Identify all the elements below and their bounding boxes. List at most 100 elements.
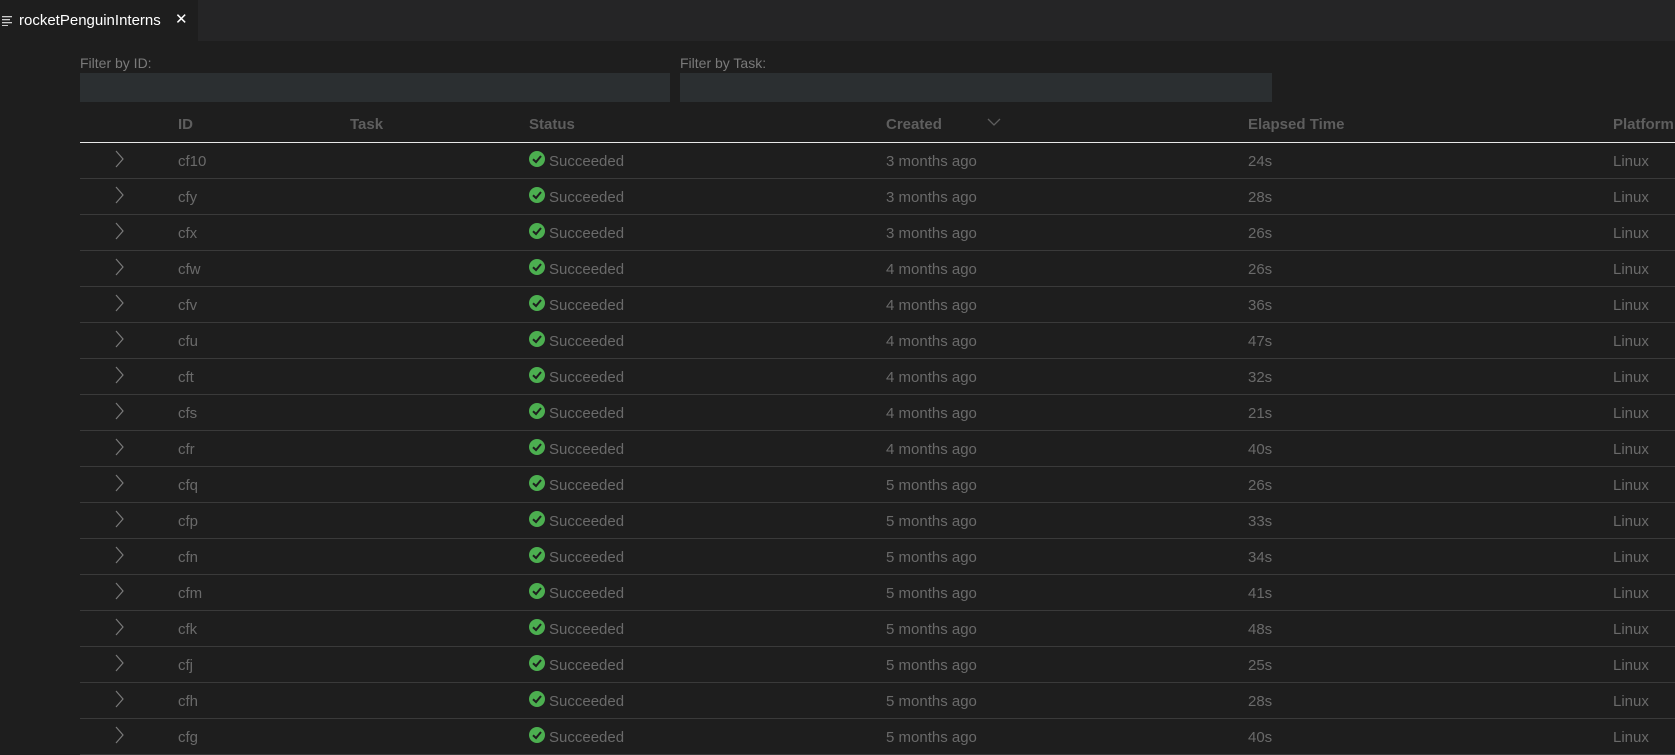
- cell-platform: Linux: [1613, 729, 1649, 746]
- cell-platform: Linux: [1613, 621, 1649, 638]
- cell-id: cfm: [178, 585, 203, 602]
- chevron-right-icon[interactable]: [114, 654, 124, 672]
- filter-id-label: Filter by ID:: [80, 55, 152, 71]
- table-row[interactable]: cfy Succeeded 3 months ago 28s Linux: [80, 179, 1675, 215]
- cell-platform: Linux: [1613, 657, 1649, 674]
- chevron-right-icon[interactable]: [114, 330, 124, 348]
- cell-created: 5 months ago: [886, 513, 977, 530]
- table-row[interactable]: cft Succeeded 4 months ago 32s Linux: [80, 359, 1675, 395]
- chevron-right-icon[interactable]: [114, 366, 124, 384]
- table-row[interactable]: cfs Succeeded 4 months ago 21s Linux: [80, 395, 1675, 431]
- cell-id: cfj: [178, 657, 193, 674]
- cell-elapsed-time: 40s: [1248, 441, 1273, 458]
- table-row[interactable]: cfu Succeeded 4 months ago 47s Linux: [80, 323, 1675, 359]
- table-row[interactable]: cfh Succeeded 5 months ago 28s Linux: [80, 683, 1675, 719]
- success-check-icon: [529, 403, 545, 419]
- cell-status: Succeeded: [549, 297, 625, 314]
- cell-created: 4 months ago: [886, 333, 977, 350]
- table-row[interactable]: cfg Succeeded 5 months ago 40s Linux: [80, 719, 1675, 755]
- cell-status: Succeeded: [549, 153, 625, 170]
- column-header-platform[interactable]: Platform: [1613, 116, 1674, 133]
- column-header-task[interactable]: Task: [350, 116, 383, 133]
- cell-created: 4 months ago: [886, 405, 977, 422]
- success-check-icon: [529, 187, 545, 203]
- cell-id: cfr: [178, 441, 195, 458]
- runs-table: ID Task Status Created Elapsed Time Plat…: [80, 108, 1675, 755]
- cell-platform: Linux: [1613, 225, 1649, 242]
- cell-id: cfy: [178, 189, 198, 206]
- cell-elapsed-time: 28s: [1248, 189, 1273, 206]
- table-row[interactable]: cfk Succeeded 5 months ago 48s Linux: [80, 611, 1675, 647]
- cell-created: 5 months ago: [886, 729, 977, 746]
- table-row[interactable]: cfx Succeeded 3 months ago 26s Linux: [80, 215, 1675, 251]
- cell-created: 5 months ago: [886, 621, 977, 638]
- tab-title: rocketPenguinInterns: [19, 12, 161, 29]
- cell-status: Succeeded: [549, 513, 625, 530]
- success-check-icon: [529, 259, 545, 275]
- column-header-status[interactable]: Status: [529, 116, 575, 133]
- chevron-right-icon[interactable]: [114, 582, 124, 600]
- table-row[interactable]: cfr Succeeded 4 months ago 40s Linux: [80, 431, 1675, 467]
- table-row[interactable]: cfv Succeeded 4 months ago 36s Linux: [80, 287, 1675, 323]
- cell-platform: Linux: [1613, 189, 1649, 206]
- cell-created: 5 months ago: [886, 657, 977, 674]
- table-row[interactable]: cfq Succeeded 5 months ago 26s Linux: [80, 467, 1675, 503]
- cell-id: cfs: [178, 405, 198, 422]
- table-row[interactable]: cfj Succeeded 5 months ago 25s Linux: [80, 647, 1675, 683]
- column-header-elapsed-time[interactable]: Elapsed Time: [1248, 116, 1344, 133]
- cell-elapsed-time: 48s: [1248, 621, 1273, 638]
- chevron-right-icon[interactable]: [114, 150, 124, 168]
- cell-status: Succeeded: [549, 261, 625, 278]
- chevron-right-icon[interactable]: [114, 546, 124, 564]
- cell-id: cfv: [178, 297, 198, 314]
- close-icon[interactable]: ✕: [175, 12, 188, 28]
- cell-platform: Linux: [1613, 513, 1649, 530]
- chevron-right-icon[interactable]: [114, 186, 124, 204]
- cell-created: 3 months ago: [886, 153, 977, 170]
- cell-id: cft: [178, 369, 194, 386]
- filter-id-input[interactable]: [80, 73, 670, 102]
- cell-platform: Linux: [1613, 549, 1649, 566]
- chevron-right-icon[interactable]: [114, 726, 124, 744]
- cell-status: Succeeded: [549, 369, 625, 386]
- cell-created: 4 months ago: [886, 297, 977, 314]
- cell-created: 4 months ago: [886, 369, 977, 386]
- chevron-right-icon[interactable]: [114, 402, 124, 420]
- success-check-icon: [529, 223, 545, 239]
- column-header-id[interactable]: ID: [178, 116, 193, 133]
- cell-elapsed-time: 36s: [1248, 297, 1273, 314]
- success-check-icon: [529, 655, 545, 671]
- cell-id: cfx: [178, 225, 198, 242]
- cell-id: cfn: [178, 549, 199, 566]
- cell-elapsed-time: 24s: [1248, 153, 1273, 170]
- chevron-right-icon[interactable]: [114, 294, 124, 312]
- chevron-right-icon[interactable]: [114, 438, 124, 456]
- chevron-right-icon[interactable]: [114, 474, 124, 492]
- cell-status: Succeeded: [549, 441, 625, 458]
- cell-elapsed-time: 41s: [1248, 585, 1273, 602]
- success-check-icon: [529, 583, 545, 599]
- table-row[interactable]: cfm Succeeded 5 months ago 41s Linux: [80, 575, 1675, 611]
- cell-elapsed-time: 26s: [1248, 225, 1273, 242]
- chevron-right-icon[interactable]: [114, 222, 124, 240]
- table-row[interactable]: cf10 Succeeded 3 months ago 24s Linux: [80, 143, 1675, 179]
- column-header-created[interactable]: Created: [886, 116, 942, 133]
- editor-tab[interactable]: rocketPenguinInterns ✕: [0, 0, 198, 41]
- document-lines-icon: [2, 16, 12, 26]
- success-check-icon: [529, 439, 545, 455]
- cell-created: 3 months ago: [886, 189, 977, 206]
- chevron-down-icon[interactable]: [987, 116, 1001, 128]
- table-row[interactable]: cfw Succeeded 4 months ago 26s Linux: [80, 251, 1675, 287]
- table-row[interactable]: cfn Succeeded 5 months ago 34s Linux: [80, 539, 1675, 575]
- cell-status: Succeeded: [549, 333, 625, 350]
- chevron-right-icon[interactable]: [114, 618, 124, 636]
- cell-status: Succeeded: [549, 585, 625, 602]
- table-row[interactable]: cfp Succeeded 5 months ago 33s Linux: [80, 503, 1675, 539]
- cell-id: cfk: [178, 621, 198, 638]
- chevron-right-icon[interactable]: [114, 510, 124, 528]
- cell-platform: Linux: [1613, 153, 1649, 170]
- table-header: ID Task Status Created Elapsed Time Plat…: [80, 108, 1675, 143]
- chevron-right-icon[interactable]: [114, 690, 124, 708]
- filter-task-input[interactable]: [680, 73, 1272, 102]
- chevron-right-icon[interactable]: [114, 258, 124, 276]
